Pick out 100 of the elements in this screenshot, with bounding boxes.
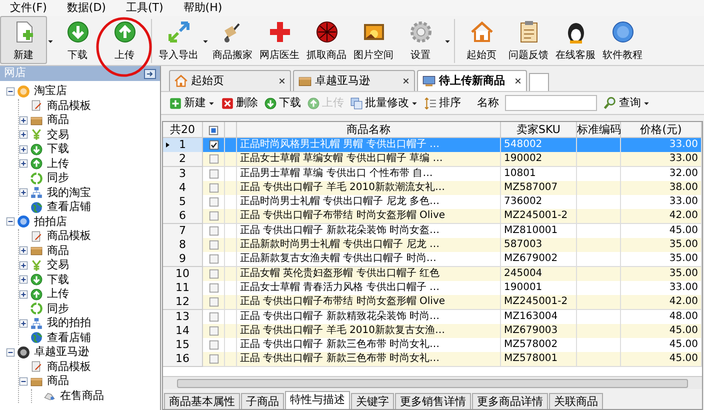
tree-item[interactable]: 查看店铺: [47, 330, 91, 346]
expand-icon[interactable]: [19, 260, 28, 270]
tree-item[interactable]: 交易: [47, 126, 69, 143]
document-tab[interactable]: 待上传新商品: [417, 70, 527, 91]
toolbar-button[interactable]: 新建: [169, 94, 215, 112]
sync-icon: [30, 172, 43, 185]
row-number: 14: [163, 324, 203, 339]
checkbox[interactable]: [208, 211, 218, 222]
toolbar-button[interactable]: 排序: [424, 94, 461, 112]
checkbox[interactable]: [208, 154, 218, 164]
checkbox[interactable]: [208, 254, 218, 264]
tree-item[interactable]: 我的淘宝: [47, 184, 91, 201]
tree-item[interactable]: 商品: [47, 242, 69, 259]
detail-tab[interactable]: 子商品: [241, 393, 284, 409]
tree-item[interactable]: 我的拍拍: [47, 315, 91, 332]
tree-item[interactable]: 下载: [47, 141, 69, 158]
checkbox[interactable]: [208, 282, 218, 293]
tree-item[interactable]: 拍拍店: [34, 214, 67, 230]
tree-item[interactable]: 下载: [47, 272, 69, 288]
toolbar-button[interactable]: 网店医生: [256, 16, 303, 64]
tree-item[interactable]: 查看店铺: [47, 199, 91, 216]
expand-icon[interactable]: [19, 290, 28, 299]
tree-item[interactable]: 在售商品: [60, 388, 104, 403]
expand-icon[interactable]: [19, 159, 28, 168]
toolbar-button[interactable]: 问题反馈: [505, 16, 552, 64]
expand-icon[interactable]: [19, 318, 28, 328]
toolbar-button[interactable]: 导入导出: [155, 16, 202, 64]
table-row[interactable]: 16 正品 专供出口帽子 新款三色布带 时尚女礼… MZ578001 45.00: [163, 352, 702, 367]
expand-icon[interactable]: [19, 116, 28, 125]
detail-tab[interactable]: 商品基本属性: [164, 393, 240, 409]
toolbar-button[interactable]: 下载: [54, 16, 101, 64]
expand-icon[interactable]: [19, 188, 28, 198]
checkbox[interactable]: [208, 312, 218, 322]
tree-item[interactable]: 上传: [47, 286, 69, 302]
menu-item[interactable]: 文件(F): [0, 0, 57, 16]
table-cell: 33.00: [621, 280, 702, 296]
table-row[interactable]: 12 正品 专供出口帽子布带结 时尚女盔形帽 Olive MZ245001-2 42.00: [163, 295, 702, 310]
monitor-icon: [422, 74, 436, 88]
table-cell: 正品新款复古女渔夫帽 专供出口帽子 时尚…: [237, 252, 501, 268]
tree-item[interactable]: 同步: [47, 300, 69, 317]
table-row[interactable]: 2 正品女士草帽 草编女帽 专供出口帽子 草编 … 190002 33.00: [163, 152, 702, 167]
toolbar-button[interactable]: 抓取商品: [303, 16, 350, 64]
checkbox[interactable]: [208, 197, 218, 208]
tree-item[interactable]: 商品模板: [47, 358, 91, 375]
toolbar-button[interactable]: 删除: [221, 94, 258, 112]
toolbar-button[interactable]: 设置: [397, 16, 444, 64]
checkbox[interactable]: [208, 340, 218, 350]
checkbox[interactable]: [208, 297, 218, 308]
menu-item[interactable]: 数据(D): [56, 0, 116, 16]
checkbox[interactable]: [208, 168, 218, 179]
collapse-icon[interactable]: [19, 376, 28, 386]
detail-tab[interactable]: 更多商品详情: [472, 393, 548, 409]
expand-icon[interactable]: [19, 275, 28, 284]
detail-tab[interactable]: 特性与描述: [285, 391, 350, 409]
tree-item[interactable]: 淘宝店: [34, 83, 67, 100]
checkbox[interactable]: [208, 226, 218, 236]
tree-item[interactable]: 卓越亚马逊: [34, 344, 89, 360]
toolbar-button[interactable]: 在线客服: [552, 16, 599, 64]
checkbox[interactable]: [208, 354, 218, 364]
select-all-checkbox[interactable]: [208, 124, 219, 136]
menu-item[interactable]: 帮助(H): [173, 0, 232, 16]
pin-icon[interactable]: [144, 68, 156, 78]
checkbox[interactable]: [208, 268, 218, 279]
document-tab[interactable]: 起始页: [169, 70, 291, 91]
tree-item[interactable]: 商品模板: [47, 98, 91, 114]
checkbox[interactable]: [208, 140, 218, 150]
new-tab-button[interactable]: [529, 73, 549, 91]
toolbar-button[interactable]: 下载: [264, 94, 301, 112]
checkbox[interactable]: [208, 326, 218, 336]
horizontal-scrollbar[interactable]: [163, 376, 702, 389]
tree-item[interactable]: 同步: [47, 170, 69, 186]
detail-tab[interactable]: 关键字: [351, 393, 394, 409]
table-row[interactable]: 6 正品 专供出口帽子布带结 时尚女盔形帽 Olive MZ245001-2 42.00: [163, 209, 702, 224]
tree-item[interactable]: 上传: [47, 156, 69, 172]
expand-icon[interactable]: [19, 144, 28, 154]
collapse-icon[interactable]: [6, 348, 15, 357]
toolbar-button[interactable]: 批量修改: [350, 94, 418, 112]
toolbar-button[interactable]: 图片空间: [350, 16, 397, 64]
search-field[interactable]: [505, 95, 597, 111]
document-tab[interactable]: 卓越亚马逊: [293, 70, 415, 91]
checkbox[interactable]: [208, 240, 218, 250]
toolbar-button[interactable]: 软件教程: [599, 16, 646, 64]
tree-item[interactable]: 交易: [47, 257, 69, 274]
collapse-icon[interactable]: [6, 86, 15, 96]
table-row[interactable]: 9 正品新款复古女渔夫帽 专供出口帽子 时尚… MZ679002 35.00: [163, 252, 702, 267]
checkbox[interactable]: [208, 182, 218, 193]
expand-icon[interactable]: [19, 246, 28, 256]
tree-item[interactable]: 商品: [47, 112, 69, 128]
detail-tab[interactable]: 更多销售详情: [395, 393, 471, 409]
expand-icon[interactable]: [19, 130, 28, 140]
collapse-icon[interactable]: [6, 217, 15, 226]
toolbar-button[interactable]: 商品搬家: [209, 16, 256, 64]
menu-item[interactable]: 工具(T): [116, 0, 174, 16]
tree-item[interactable]: 商品: [47, 373, 69, 390]
search-button[interactable]: 查询: [603, 94, 650, 112]
toolbar-button[interactable]: 起始页: [458, 16, 505, 64]
tree-item[interactable]: 商品模板: [47, 228, 91, 244]
toolbar-button[interactable]: 新建: [0, 16, 47, 64]
row-number: 7: [163, 224, 203, 239]
detail-tab[interactable]: 关联商品: [549, 393, 603, 409]
